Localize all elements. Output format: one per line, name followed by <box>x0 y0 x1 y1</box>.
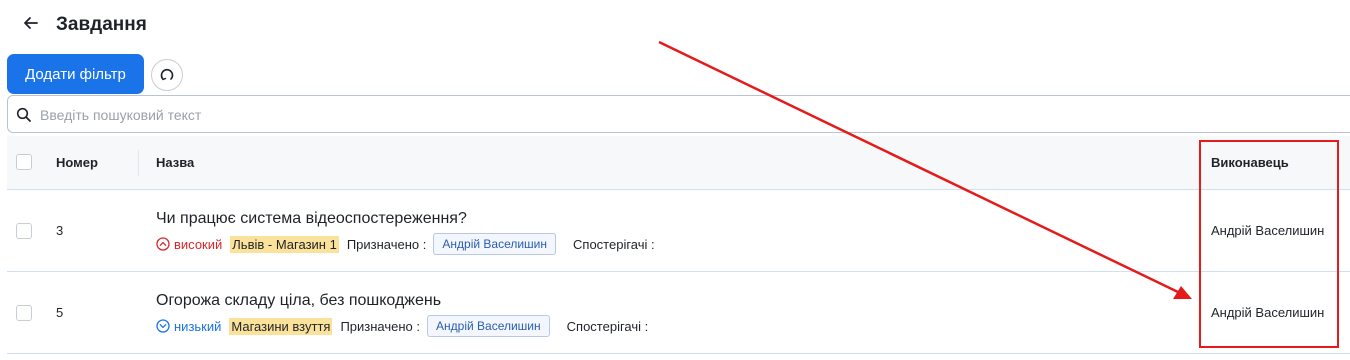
column-divider <box>138 150 139 176</box>
row-checkbox[interactable] <box>16 305 32 321</box>
column-header-number[interactable]: Номер <box>56 155 98 170</box>
column-header-title[interactable]: Назва <box>156 155 194 170</box>
task-number: 5 <box>56 305 64 320</box>
search-input[interactable] <box>40 103 1340 127</box>
table-header: Номер Назва Виконавець <box>7 136 1350 190</box>
chevron-down-circle-icon <box>156 319 170 333</box>
priority-badge: низький <box>156 319 221 334</box>
search-bar <box>7 95 1350 133</box>
executor-name: Андрій Васелишин <box>1211 305 1325 320</box>
search-icon <box>16 107 31 122</box>
arrow-left-icon <box>24 17 38 29</box>
chevron-up-circle-icon <box>156 237 170 251</box>
assigned-label: Призначено : <box>340 318 421 334</box>
tasks-table: Номер Назва Виконавець 3 Чи працює систе… <box>7 136 1350 354</box>
column-header-executor[interactable]: Виконавець <box>1211 155 1289 170</box>
executor-name: Андрій Васелишин <box>1211 223 1325 238</box>
priority-label: низький <box>174 318 222 334</box>
assigned-label: Призначено : <box>346 236 427 252</box>
task-meta: високий Львів - Магазин 1 Призначено : А… <box>156 233 655 255</box>
watchers-label: Спостерігачі : <box>566 318 649 334</box>
page-header: Завдання <box>0 0 1350 50</box>
table-row[interactable]: 5 Огорожа складу ціла, без пошкоджень ни… <box>7 272 1350 354</box>
store-tag: Магазини взуття <box>229 317 333 335</box>
assignee-chip[interactable]: Андрій Васелишин <box>427 315 550 337</box>
task-title[interactable]: Чи працює система відеоспостереження? <box>156 210 467 228</box>
store-tag: Львів - Магазин 1 <box>230 235 339 253</box>
task-number: 3 <box>56 223 64 238</box>
task-meta: низький Магазини взуття Призначено : Анд… <box>156 315 648 337</box>
table-row[interactable]: 3 Чи працює система відеоспостереження? … <box>7 190 1350 272</box>
back-button[interactable] <box>20 12 42 34</box>
reset-button[interactable] <box>151 59 183 91</box>
add-filter-button[interactable]: Додати фільтр <box>7 54 144 94</box>
priority-badge: високий <box>156 237 222 252</box>
priority-label: високий <box>174 236 223 252</box>
page-title: Завдання <box>56 14 147 35</box>
row-checkbox[interactable] <box>16 223 32 239</box>
refresh-icon <box>160 68 174 81</box>
task-title[interactable]: Огорожа складу ціла, без пошкоджень <box>156 292 441 310</box>
assignee-chip[interactable]: Андрій Васелишин <box>433 233 557 255</box>
select-all-checkbox[interactable] <box>16 154 32 170</box>
watchers-label: Спостерігачі : <box>573 236 655 252</box>
